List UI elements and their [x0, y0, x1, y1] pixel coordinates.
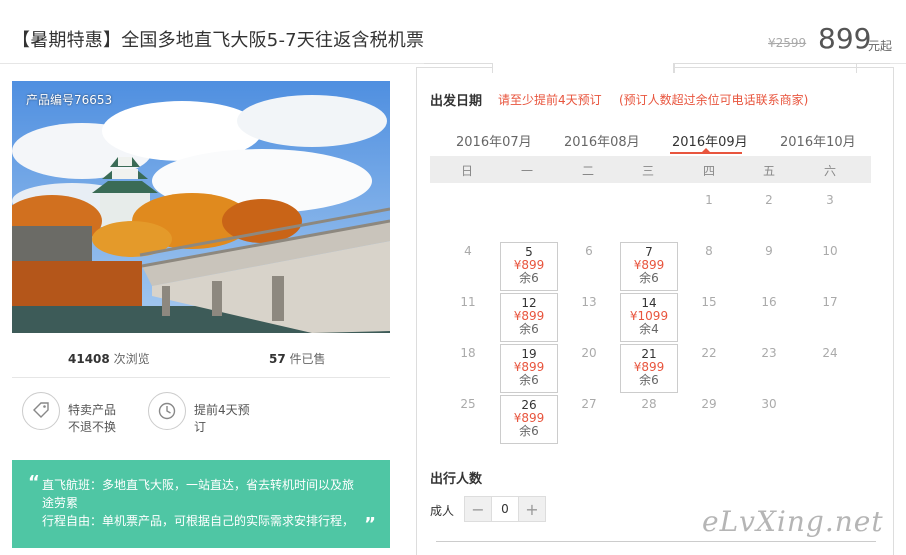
feature-list: 特卖产品 不退不换 提前4天预 订	[12, 392, 390, 452]
calendar-day: 1	[705, 193, 713, 207]
weekday-thu: 四	[702, 164, 715, 178]
calendar-day: 20	[581, 346, 597, 360]
sold-count: 57	[269, 352, 286, 366]
seats-left: 余6	[519, 271, 539, 285]
feature-text: 提前4天预 订	[194, 392, 254, 436]
seats-left: 余6	[639, 271, 659, 285]
minus-button[interactable]: −	[465, 497, 491, 521]
caret-up-icon	[702, 148, 710, 152]
tab-divider	[674, 64, 675, 73]
calendar-day: 8	[705, 244, 713, 258]
seats-left: 余6	[519, 424, 539, 438]
next-section-edge	[436, 541, 876, 551]
highlight-line: 行程自由：单机票产品，可根据自己的实际需求安排行程，	[42, 514, 355, 528]
calendar-day: 27	[581, 397, 597, 411]
title-bar: 【暑期特惠】全国多地直飞大阪5-7天往返含税机票 ¥2599 899 元起	[0, 0, 906, 64]
plus-button[interactable]: +	[519, 497, 545, 521]
price-unit: 元起	[868, 39, 893, 53]
product-number: 产品编号76653	[26, 93, 113, 107]
calendar-day: 10	[822, 244, 838, 258]
calendar-day-available[interactable]: 7 ¥899 余6	[620, 242, 678, 291]
feature-line1: 提前4天预	[194, 403, 250, 417]
calendar-day: 30	[761, 397, 777, 411]
views-label: 次浏览	[113, 352, 150, 366]
seats-left: 余6	[519, 373, 539, 387]
feature-special-sale: 特卖产品 不退不换	[22, 392, 128, 436]
adult-count-input[interactable]: 0	[491, 497, 519, 521]
weekday-wed: 三	[641, 164, 654, 178]
calendar-day: 22	[701, 346, 717, 360]
calendar-day: 3	[826, 193, 834, 207]
calendar-day: 13	[581, 295, 597, 309]
calendar-day-available[interactable]: 5 ¥899 余6	[500, 242, 558, 291]
weekday-tue: 二	[581, 164, 594, 178]
feature-line2: 订	[194, 420, 207, 434]
feature-line2: 不退不换	[68, 420, 117, 434]
weekday-sat: 六	[823, 164, 836, 178]
stats-row: 41408 次浏览 57 件已售	[12, 340, 390, 378]
calendar-day: 4	[464, 244, 472, 258]
calendar-day-available[interactable]: 12 ¥899 余6	[500, 293, 558, 342]
travelers-label: 出行人数	[430, 472, 483, 487]
views-count: 41408	[68, 352, 110, 366]
active-month-indicator	[670, 152, 742, 154]
weekday-mon: 一	[520, 164, 533, 178]
calendar-day: 18	[460, 346, 476, 360]
calendar-day: 23	[761, 346, 777, 360]
month-tab-2016-07[interactable]: 2016年07月	[456, 131, 532, 150]
views-stat: 41408 次浏览	[68, 350, 150, 367]
current-price: 899	[818, 22, 872, 55]
adult-label: 成人	[430, 504, 455, 518]
calendar-day: 6	[585, 244, 593, 258]
calendar-day: 11	[460, 295, 476, 309]
seats-left: 余6	[639, 373, 659, 387]
original-price: ¥2599	[768, 36, 807, 50]
feature-text: 特卖产品 不退不换	[68, 392, 128, 436]
tab-divider	[856, 64, 857, 73]
highlight-line: 途劳累	[42, 496, 79, 510]
calendar-day: 16	[761, 295, 777, 309]
calendar-day: 25	[460, 397, 476, 411]
calendar-day: 15	[701, 295, 717, 309]
calendar-day-available[interactable]: 19 ¥899 余6	[500, 344, 558, 393]
calendar-day: 28	[641, 397, 657, 411]
weekday-fri: 五	[762, 164, 775, 178]
weekday-sun: 日	[460, 164, 473, 178]
tag-icon	[22, 392, 60, 430]
product-photo[interactable]: 产品编号76653	[12, 81, 390, 333]
calendar-day: 17	[822, 295, 838, 309]
adult-count-stepper: − 0 +	[464, 496, 546, 522]
close-quote-icon: ”	[364, 514, 376, 535]
month-tab-2016-10[interactable]: 2016年10月	[780, 131, 856, 150]
open-quote-icon: “	[28, 472, 40, 493]
page-title: 【暑期特惠】全国多地直飞大阪5-7天往返含税机票	[12, 30, 425, 51]
calendar-day: 29	[701, 397, 717, 411]
calendar-day: 24	[822, 346, 838, 360]
advance-notice: 请至少提前4天预订	[498, 93, 602, 107]
tab-active[interactable]	[492, 63, 674, 73]
weekday-header: 日 一 二 三 四 五 六	[430, 156, 871, 183]
sold-stat: 57 件已售	[269, 350, 326, 367]
seats-left: 余6	[519, 322, 539, 336]
seats-left: 余4	[639, 322, 659, 336]
osaka-castle-image	[12, 81, 390, 333]
contact-notice: (预订人数超过余位可电话联系商家)	[619, 93, 809, 107]
calendar-day-available[interactable]: 26 ¥899 余6	[500, 395, 558, 444]
watermark: eLvXing.net	[702, 505, 884, 538]
highlight-line: 直飞航班：多地直飞大阪，一站直达，省去转机时间以及旅	[42, 478, 355, 492]
clock-icon	[148, 392, 186, 430]
depart-date-label: 出发日期	[430, 94, 483, 109]
calendar-day: 2	[765, 193, 773, 207]
highlights-box: “ 直飞航班：多地直飞大阪，一站直达，省去转机时间以及旅 途劳累 行程自由：单机…	[12, 460, 390, 548]
feature-advance-booking: 提前4天预 订	[148, 392, 254, 436]
feature-line1: 特卖产品	[68, 403, 117, 417]
calendar-day-available[interactable]: 14 ¥1099 余4	[620, 293, 678, 342]
month-tab-2016-08[interactable]: 2016年08月	[564, 131, 640, 150]
calendar-day: 9	[765, 244, 773, 258]
calendar-day-available[interactable]: 21 ¥899 余6	[620, 344, 678, 393]
sold-label: 件已售	[289, 352, 326, 366]
